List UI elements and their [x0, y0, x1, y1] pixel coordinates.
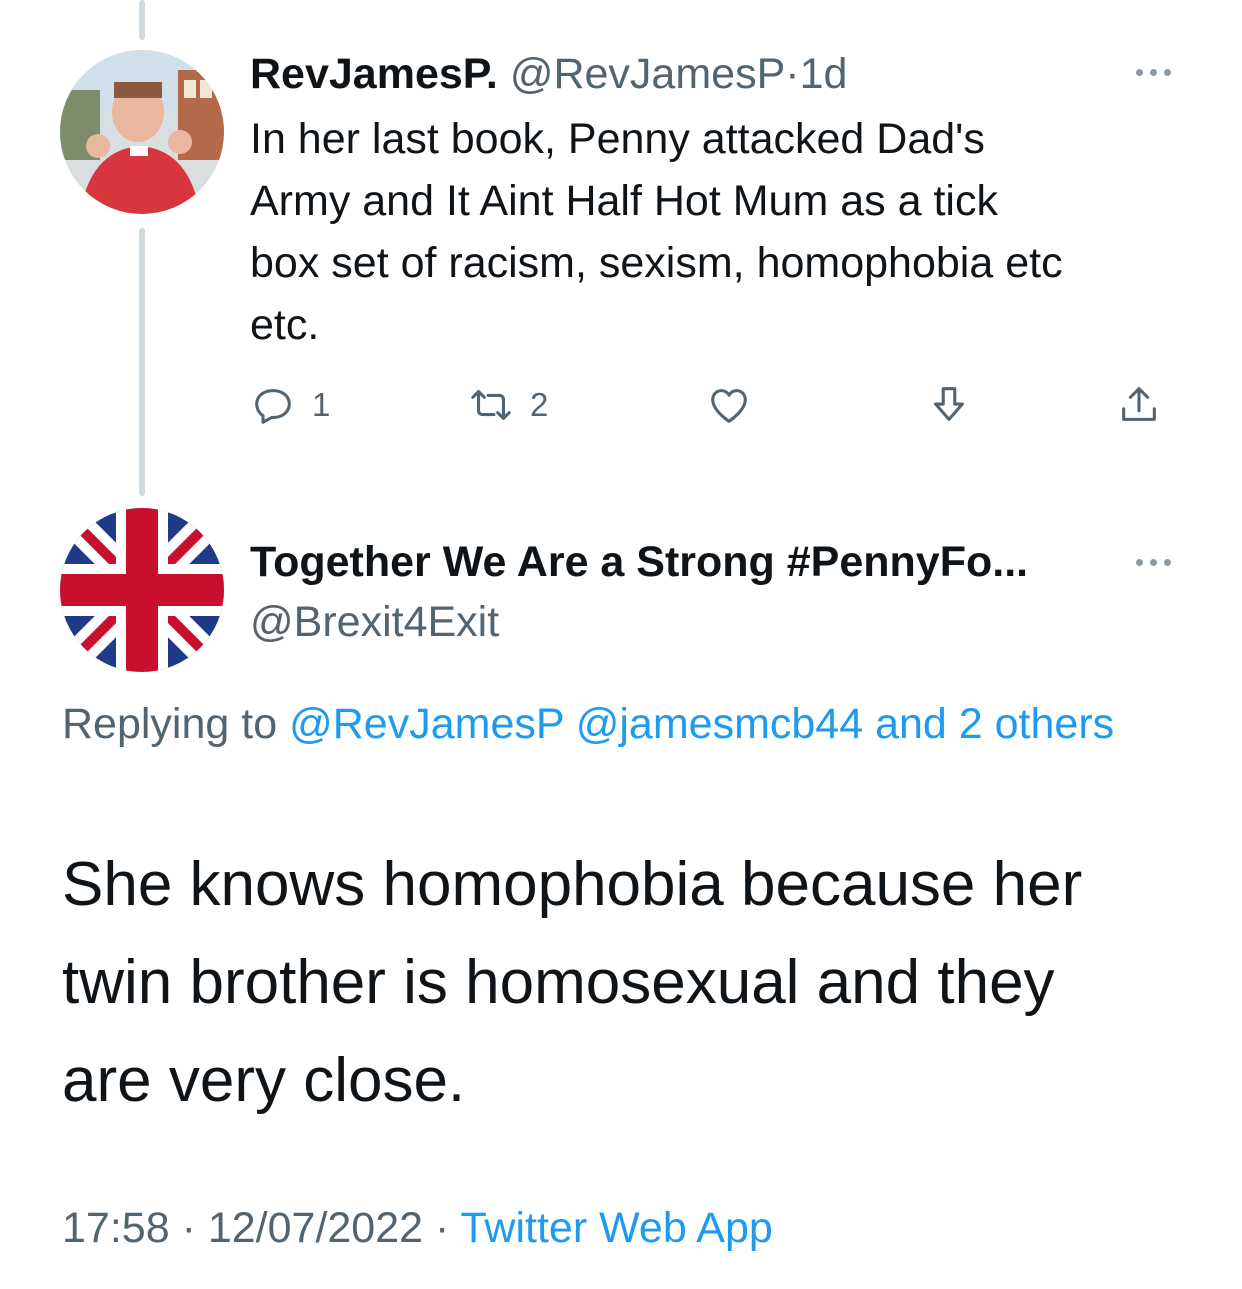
tweet-age[interactable]: 1d [800, 50, 848, 98]
download-button[interactable] [926, 380, 972, 430]
more-icon [1136, 559, 1143, 566]
user-handle[interactable]: @Brexit4Exit [250, 594, 499, 650]
reply-target-link[interactable]: @jamesmcb44 [576, 700, 863, 748]
tweet-actions: 1 2 [250, 380, 1170, 430]
reply-target-link[interactable]: @RevJamesP [289, 700, 564, 748]
tweet-text-line: etc. [250, 301, 320, 349]
user-handle[interactable]: @RevJamesP [510, 50, 785, 98]
parent-tweet-header: RevJamesP. @RevJamesP·1d [250, 46, 847, 102]
display-name[interactable]: RevJamesP. [250, 50, 498, 98]
main-tweet-text: She knows homophobia because her twin br… [62, 836, 1202, 1130]
more-options-button[interactable] [1130, 62, 1178, 82]
like-icon [711, 389, 747, 423]
retweet-icon [471, 390, 511, 420]
tweet-text-line: Army and It Aint Half Hot Mum as a tick [250, 177, 998, 225]
tweet-date[interactable]: 12/07/2022 [208, 1204, 423, 1252]
union-flag-icon [60, 508, 224, 672]
tweet-source-link[interactable]: Twitter Web App [461, 1204, 773, 1252]
more-icon [1136, 69, 1143, 76]
replying-to: Replying to @RevJamesP @jamesmcb44 and 2… [62, 690, 1162, 758]
tweet-metadata: 17:58 · 12/07/2022 · Twitter Web App [62, 1200, 773, 1256]
tweet-text-line: In her last book, Penny attacked Dad's [250, 115, 985, 163]
avatar-photo-icon [60, 50, 224, 214]
replying-prefix: Replying to [62, 700, 278, 748]
reply-target-others-link[interactable]: and 2 others [875, 700, 1114, 748]
tweet-text-line: She knows homophobia because her [62, 850, 1083, 919]
like-button[interactable] [706, 380, 752, 430]
thread-connector [139, 228, 145, 496]
parent-tweet-text: In her last book, Penny attacked Dad's A… [250, 108, 1210, 356]
tweet-text-line: are very close. [62, 1046, 466, 1115]
reply-count: 1 [312, 386, 331, 423]
more-options-button[interactable] [1130, 552, 1178, 572]
avatar[interactable] [60, 50, 224, 214]
tweet-text-line: twin brother is homosexual and they [62, 948, 1055, 1017]
tweet-time[interactable]: 17:58 [62, 1204, 170, 1252]
retweet-count: 2 [530, 386, 549, 423]
download-icon [934, 387, 964, 421]
share-button[interactable] [1116, 380, 1162, 430]
thread-connector-top [139, 0, 145, 40]
retweet-button[interactable]: 2 [468, 380, 548, 430]
reply-button[interactable]: 1 [250, 380, 330, 430]
separator-dot: · [785, 50, 800, 98]
reply-icon [255, 389, 291, 424]
share-icon [1122, 387, 1156, 421]
display-name[interactable]: Together We Are a Strong #PennyFo... [250, 534, 1028, 590]
tweet-text-line: box set of racism, sexism, homophobia et… [250, 239, 1063, 287]
separator-dot: · [181, 1204, 196, 1252]
separator-dot: · [435, 1204, 450, 1252]
avatar[interactable] [60, 508, 224, 672]
